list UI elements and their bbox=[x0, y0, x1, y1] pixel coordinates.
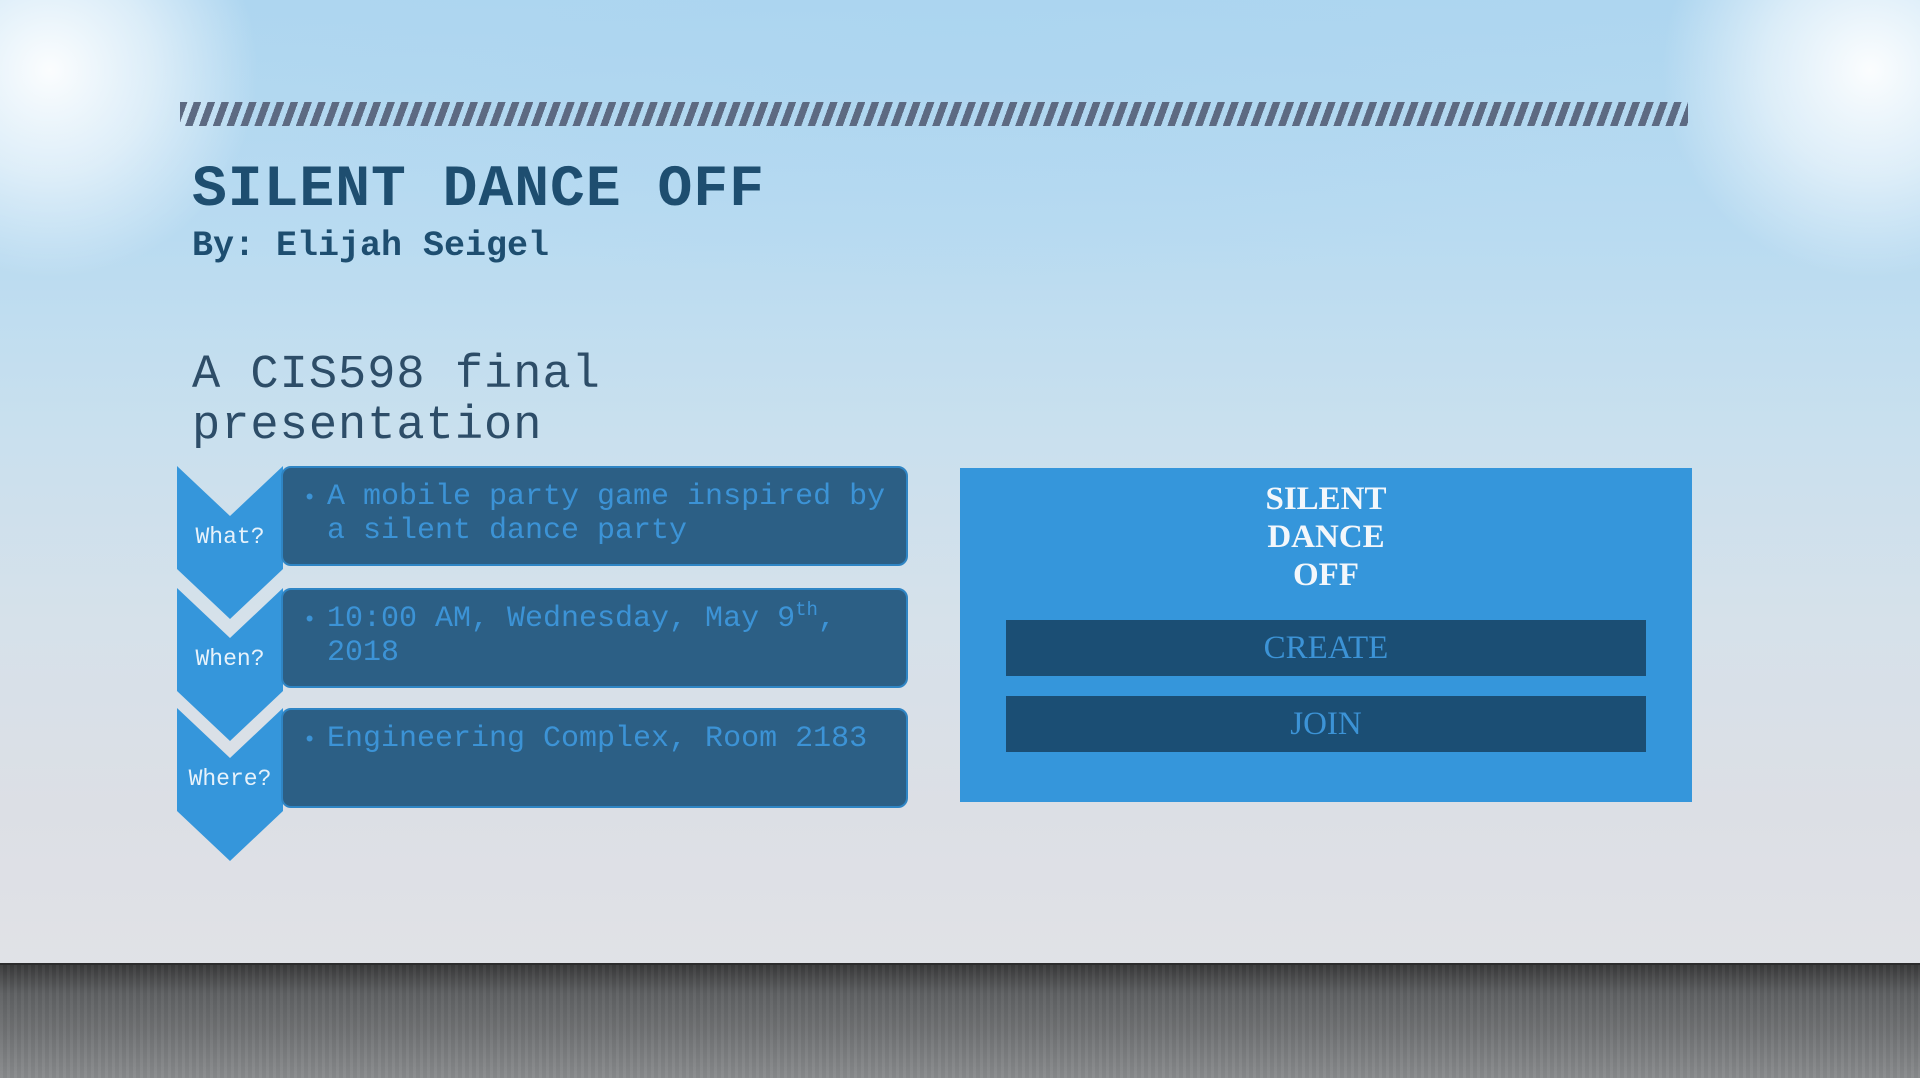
join-button[interactable]: JOIN bbox=[1006, 696, 1646, 752]
bullet-icon: • bbox=[303, 486, 317, 511]
author-byline: By: Elijah Seigel bbox=[192, 226, 550, 266]
bullet-icon: • bbox=[303, 728, 317, 753]
app-preview-panel: SILENT DANCE OFF CREATE JOIN bbox=[960, 468, 1692, 802]
app-title: SILENT DANCE OFF bbox=[960, 480, 1692, 594]
info-text: 10:00 AM, Wednesday, May 9th, 2018 bbox=[327, 599, 836, 671]
create-button[interactable]: CREATE bbox=[1006, 620, 1646, 676]
corner-glow bbox=[1660, 0, 1920, 280]
app-title-line: DANCE bbox=[1267, 519, 1385, 555]
slide-subtitle: A CIS598 final presentation bbox=[192, 349, 601, 453]
info-text: Engineering Complex, Room 2183 bbox=[327, 722, 868, 756]
decorative-stripe-bar bbox=[180, 102, 1688, 126]
bullet-icon: • bbox=[303, 608, 317, 633]
floor-background bbox=[0, 963, 1920, 1078]
chevron-label: When? bbox=[195, 646, 265, 672]
chevron-label: What? bbox=[195, 524, 265, 550]
info-box-where: • Engineering Complex, Room 2183 bbox=[281, 708, 908, 808]
chevron-label: Where? bbox=[188, 766, 272, 792]
slide-title: SILENT DANCE OFF bbox=[192, 158, 765, 223]
app-title-line: OFF bbox=[1293, 557, 1359, 593]
info-text: A mobile party game inspired by a silent… bbox=[327, 480, 886, 548]
info-box-when: • 10:00 AM, Wednesday, May 9th, 2018 bbox=[281, 588, 908, 688]
slide: SILENT DANCE OFF By: Elijah Seigel A CIS… bbox=[0, 0, 1920, 1078]
info-box-what: • A mobile party game inspired by a sile… bbox=[281, 466, 908, 566]
app-title-line: SILENT bbox=[1265, 481, 1387, 517]
chevron-what: What? bbox=[177, 466, 283, 619]
